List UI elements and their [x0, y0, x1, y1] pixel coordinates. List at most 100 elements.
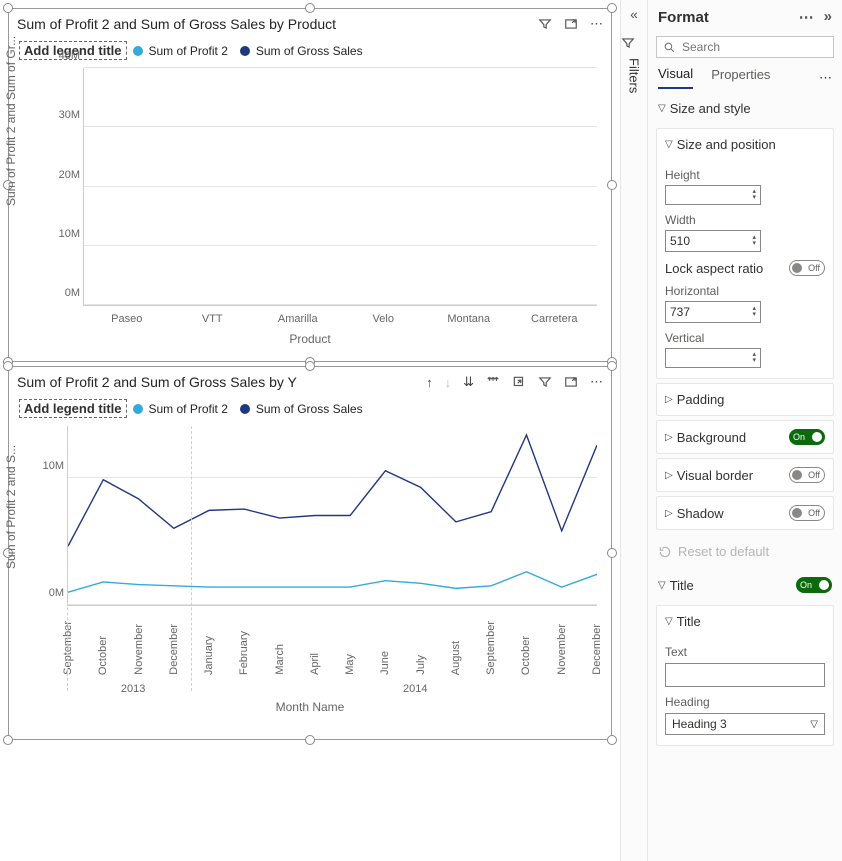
vertical-input[interactable]: ▴▾ [665, 348, 761, 368]
focus-mode-icon[interactable] [564, 17, 578, 31]
title-text-input[interactable] [665, 663, 825, 687]
title-group-header[interactable]: ▽ Title On [648, 569, 842, 601]
expand-icon[interactable] [486, 375, 500, 389]
stepper-icon[interactable]: ▴▾ [752, 235, 756, 247]
resize-handle[interactable] [607, 361, 617, 371]
more-options-icon[interactable]: ⋯ [590, 374, 603, 390]
padding-header[interactable]: ▷ Padding [657, 384, 833, 415]
tabs-more-icon[interactable]: ⋯ [819, 70, 832, 86]
x-tick: September [485, 621, 497, 675]
background-header[interactable]: ▷ Background On [657, 421, 833, 453]
format-pane: Format ⋯ » Search Visual Properties ⋯ ▽ … [648, 0, 842, 861]
y-tick: 30M [44, 109, 80, 121]
width-input[interactable]: 510 ▴▾ [665, 230, 761, 252]
visual-border-card: ▷ Visual border Off [656, 458, 834, 492]
width-value: 510 [670, 234, 690, 248]
more-options-icon[interactable]: ⋯ [590, 16, 603, 32]
visual-border-label: Visual border [677, 468, 753, 483]
chevron-down-icon: ▽ [658, 580, 666, 591]
line-plot-area: 0M 10M SeptemberOctoberNovemberDecemberJ… [67, 426, 597, 606]
size-and-position-card: ▽ Size and position Height ▴▾ Width 510 … [656, 128, 834, 379]
reset-label: Reset to default [678, 544, 769, 559]
y-tick: 20M [44, 169, 80, 181]
reset-icon [658, 545, 672, 559]
tab-properties[interactable]: Properties [711, 67, 770, 88]
heading-dropdown[interactable]: Heading 3 ▽ [665, 713, 825, 735]
drill-up-icon[interactable]: ↑ [426, 375, 433, 390]
x-tick: December [168, 624, 180, 675]
legend-label-a: Sum of Profit 2 [149, 402, 228, 416]
reset-to-default[interactable]: Reset to default [648, 534, 842, 569]
filters-label: Filters [627, 58, 642, 93]
line-chart-visual[interactable]: Sum of Profit 2 and Sum of Gross Sales b… [8, 366, 612, 740]
legend-title-input[interactable]: Add legend title [19, 399, 127, 418]
legend-swatch-b [240, 404, 250, 414]
shadow-label: Shadow [677, 506, 724, 521]
stepper-icon[interactable]: ▴▾ [752, 352, 756, 364]
more-options-icon[interactable]: ⋯ [799, 8, 814, 26]
x-tick: September [62, 621, 74, 675]
drill-down-icon[interactable]: ↓ [445, 375, 452, 390]
size-and-position-header[interactable]: ▽ Size and position [657, 129, 833, 160]
report-canvas[interactable]: Sum of Profit 2 and Sum of Gross Sales b… [0, 0, 620, 861]
legend-swatch-b [240, 46, 250, 56]
search-placeholder: Search [682, 40, 720, 54]
resize-handle[interactable] [3, 735, 13, 745]
resize-handle[interactable] [607, 735, 617, 745]
x-tick: July [415, 655, 427, 675]
chevron-right-icon: ▷ [665, 508, 673, 519]
resize-handle[interactable] [305, 361, 315, 371]
x-tick: March [274, 644, 286, 675]
x-tick: Velo [349, 313, 417, 325]
heading-label: Heading [665, 695, 825, 709]
lock-aspect-label: Lock aspect ratio [665, 261, 763, 276]
collapse-pane-icon[interactable]: » [824, 8, 832, 26]
filter-icon[interactable] [538, 375, 552, 389]
shadow-header[interactable]: ▷ Shadow Off [657, 497, 833, 529]
x-tick: Paseo [93, 313, 161, 325]
search-icon [663, 41, 676, 54]
title-card: ▽ Title Text Heading Heading 3 ▽ [656, 605, 834, 746]
resize-handle[interactable] [305, 3, 315, 13]
x-tick: December [591, 624, 603, 675]
resize-handle[interactable] [3, 3, 13, 13]
resize-handle[interactable] [607, 3, 617, 13]
chevron-right-icon: ▷ [665, 394, 673, 405]
stepper-icon[interactable]: ▴▾ [752, 189, 756, 201]
stepper-icon[interactable]: ▴▾ [752, 306, 756, 318]
visual-border-header[interactable]: ▷ Visual border Off [657, 459, 833, 491]
format-pane-body[interactable]: ▽ Size and style ▽ Size and position Hei… [648, 89, 842, 861]
y-tick: 0M [28, 587, 64, 599]
background-toggle[interactable]: On [789, 429, 825, 445]
resize-handle[interactable] [3, 361, 13, 371]
lock-aspect-toggle[interactable]: Off [789, 260, 825, 276]
tab-visual[interactable]: Visual [658, 66, 693, 89]
funnel-icon [621, 36, 647, 50]
focus-mode-icon[interactable] [564, 375, 578, 389]
size-and-style-header[interactable]: ▽ Size and style [648, 93, 842, 124]
filter-icon[interactable] [538, 17, 552, 31]
visual-title: Sum of Profit 2 and Sum of Gross Sales b… [17, 374, 297, 390]
format-search-input[interactable]: Search [656, 36, 834, 58]
filters-pane-collapsed[interactable]: « Filters [620, 0, 648, 861]
visual-border-toggle[interactable]: Off [789, 467, 825, 483]
title-text-label: Text [665, 645, 825, 659]
resize-handle[interactable] [305, 735, 315, 745]
shadow-toggle[interactable]: Off [789, 505, 825, 521]
height-input[interactable]: ▴▾ [665, 185, 761, 205]
y-tick: 40M [44, 50, 80, 62]
x-tick: Carretera [520, 313, 588, 325]
drill-double-icon[interactable]: ⇊ [463, 374, 474, 390]
title-card-header[interactable]: ▽ Title [657, 606, 833, 637]
horizontal-input[interactable]: 737 ▴▾ [665, 301, 761, 323]
expand-filters-icon[interactable]: « [621, 6, 647, 22]
visual-title: Sum of Profit 2 and Sum of Gross Sales b… [17, 16, 336, 32]
x-tick: October [97, 636, 109, 675]
bar-chart-visual[interactable]: Sum of Profit 2 and Sum of Gross Sales b… [8, 8, 612, 362]
y-tick: 0M [44, 287, 80, 299]
x-tick: Amarilla [264, 313, 332, 325]
x-tick: November [133, 624, 145, 675]
title-group-toggle[interactable]: On [796, 577, 832, 593]
chevron-right-icon: ▷ [665, 470, 673, 481]
drill-through-icon[interactable] [512, 375, 526, 389]
